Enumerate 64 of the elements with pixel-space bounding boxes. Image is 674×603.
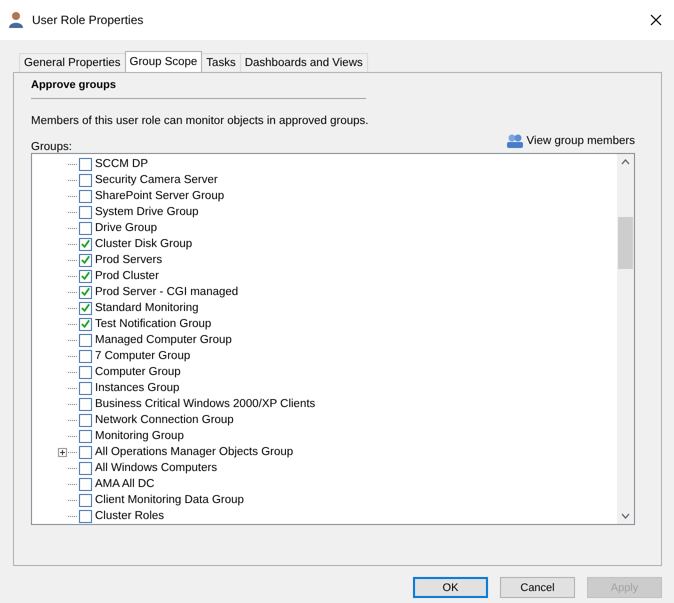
group-name: Prod Server - CGI managed (95, 286, 238, 298)
people-icon (506, 133, 524, 149)
scrollbar[interactable] (617, 154, 634, 524)
group-name: 7 Computer Group (95, 350, 190, 362)
group-name: Standard Monitoring (95, 302, 199, 314)
tab[interactable]: General Properties (19, 53, 126, 72)
checkbox[interactable] (79, 366, 92, 378)
user-icon (8, 11, 26, 29)
groups-label: Groups: (31, 141, 72, 153)
group-name: Drive Group (95, 222, 157, 234)
checkbox[interactable] (79, 206, 92, 218)
dialog-button[interactable]: Cancel (500, 577, 575, 598)
close-icon[interactable] (650, 14, 662, 26)
view-group-members-link[interactable]: View group members (526, 135, 635, 147)
tab[interactable]: Dashboards and Views (240, 53, 368, 72)
group-name: Test Notification Group (95, 318, 212, 330)
group-name: SCCM DP (95, 158, 148, 170)
group-name: Computer Group (95, 366, 181, 378)
group-name: System Drive Group (95, 206, 199, 218)
checkbox[interactable] (79, 414, 92, 426)
checkbox[interactable] (79, 222, 92, 234)
group-name: Cluster Roles (95, 510, 164, 522)
checkbox[interactable] (79, 158, 92, 170)
section-heading: Approve groups (31, 79, 117, 91)
checkbox[interactable] (79, 350, 92, 362)
checkbox[interactable] (79, 286, 92, 298)
window-title: User Role Properties (32, 13, 144, 27)
scroll-down-icon[interactable] (621, 513, 630, 519)
tab[interactable]: Group Scope (124, 51, 202, 72)
group-name: Cluster Disk Group (95, 238, 192, 250)
group-name: Managed Computer Group (95, 334, 232, 346)
group-name: SharePoint Server Group (95, 190, 224, 202)
checkbox[interactable] (79, 382, 92, 394)
checkbox[interactable] (79, 174, 92, 186)
group-name: Business Critical Windows 2000/XP Clients (95, 398, 316, 410)
group-name: Security Camera Server (95, 174, 218, 186)
checkbox[interactable] (79, 462, 92, 474)
expand-icon[interactable] (58, 448, 67, 456)
checkbox[interactable] (79, 318, 92, 330)
checkbox[interactable] (79, 238, 92, 250)
checkbox[interactable] (79, 190, 92, 202)
description-text: Members of this user role can monitor objects in approved groups. (31, 115, 370, 127)
checkbox[interactable] (79, 430, 92, 442)
group-name: Prod Servers (95, 254, 162, 266)
group-name: Instances Group (95, 382, 180, 394)
group-name: All Operations Manager Objects Group (95, 446, 294, 458)
scrollbar-thumb[interactable] (618, 217, 633, 269)
checkbox[interactable] (79, 494, 92, 506)
group-name: All Windows Computers (95, 462, 218, 474)
group-name: AMA All DC (95, 478, 154, 490)
group-name: Monitoring Group (95, 430, 184, 442)
checkbox[interactable] (79, 398, 92, 410)
group-name: Prod Cluster (95, 270, 159, 282)
group-name: Client Monitoring Data Group (95, 494, 244, 506)
checkbox[interactable] (79, 334, 92, 346)
group-name: Network Connection Group (95, 414, 234, 426)
checkbox[interactable] (79, 254, 92, 266)
scroll-up-icon[interactable] (621, 159, 630, 165)
checkbox[interactable] (79, 302, 92, 314)
dialog-button[interactable]: OK (413, 577, 488, 598)
checkbox[interactable] (79, 270, 92, 282)
checkbox[interactable] (79, 510, 92, 522)
checkbox[interactable] (79, 446, 92, 458)
checkbox[interactable] (79, 478, 92, 490)
